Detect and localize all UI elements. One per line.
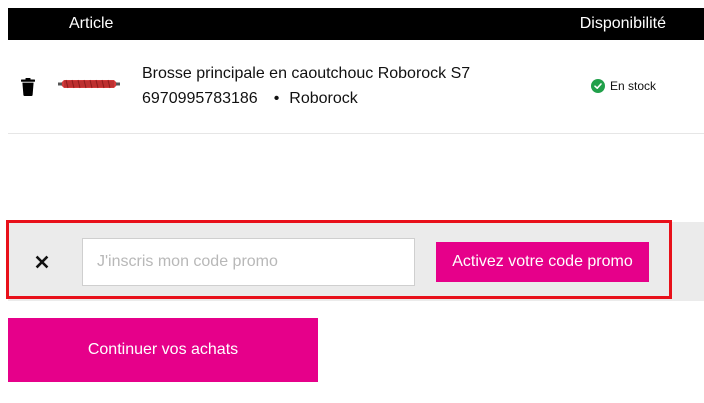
close-icon[interactable] — [35, 255, 49, 269]
product-name[interactable]: Brosse principale en caoutchouc Roborock… — [142, 65, 470, 83]
availability-column-header: Disponibilité — [579, 15, 666, 32]
check-circle-icon — [591, 79, 605, 93]
cart-item-row: Brosse principale en caoutchouc Roborock… — [8, 40, 704, 134]
promo-code-input[interactable] — [82, 238, 415, 286]
bullet-separator: • — [273, 90, 280, 107]
continue-shopping-button[interactable]: Continuer vos achats — [8, 318, 318, 382]
article-column-header: Article — [69, 15, 114, 32]
stock-status-label: En stock — [610, 79, 657, 93]
product-meta: 6970995783186 • Roborock — [142, 90, 358, 108]
trash-icon[interactable] — [20, 78, 36, 96]
stock-status: En stock — [591, 79, 656, 93]
cart-page: Article Disponibilité Brosse principale … — [0, 0, 704, 403]
product-thumbnail[interactable] — [58, 74, 120, 94]
product-brand: Roborock — [289, 90, 358, 107]
product-sku: 6970995783186 — [142, 90, 258, 107]
activate-promo-button[interactable]: Activez votre code promo — [436, 242, 649, 282]
cart-table-header: Article Disponibilité — [8, 8, 704, 40]
